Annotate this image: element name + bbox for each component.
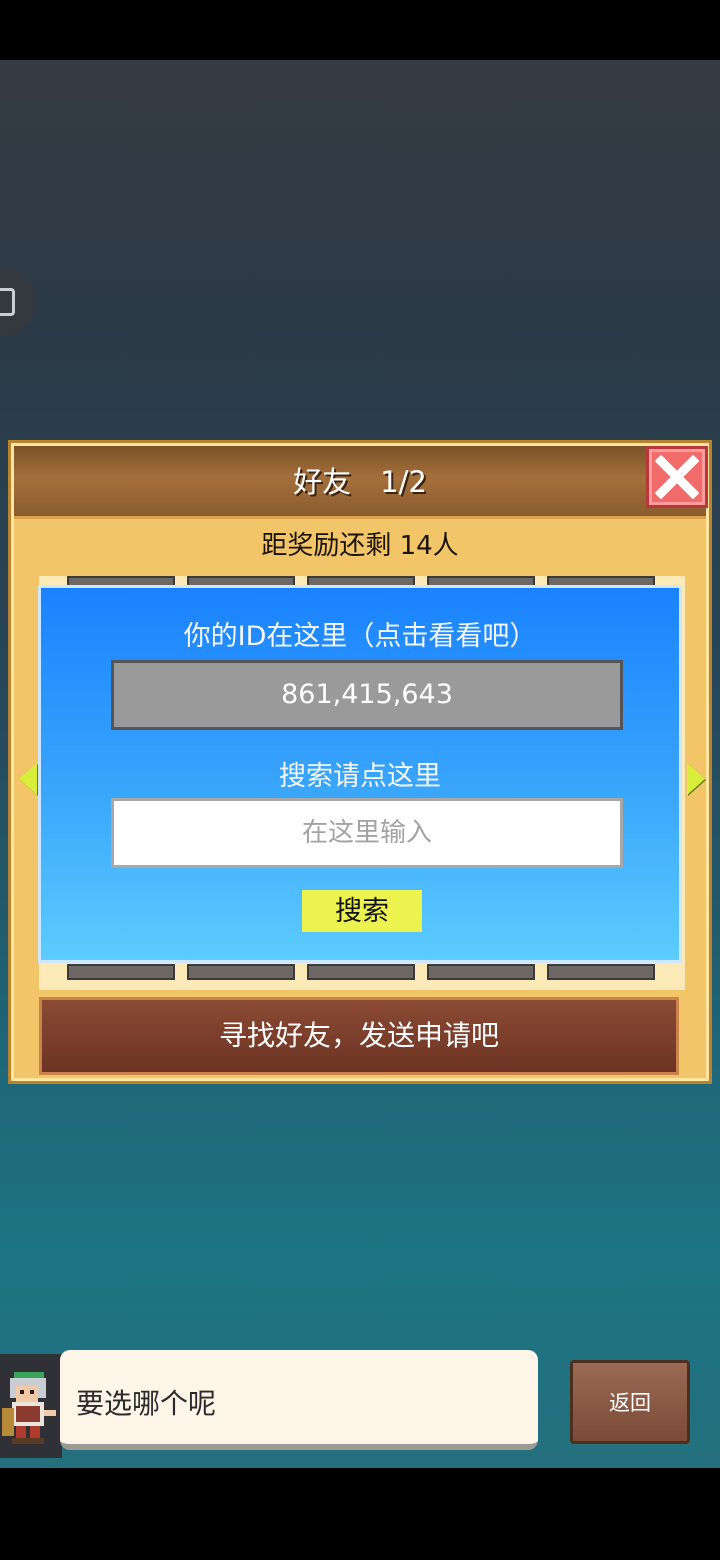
panel-title: 好友 1/2 xyxy=(293,465,427,499)
search-label: 搜索请点这里 xyxy=(279,761,441,792)
reward-remaining-text: 距奖励还剩 14人 xyxy=(261,531,459,561)
speech-text: 要选哪个呢 xyxy=(76,1387,217,1420)
friend-slot[interactable] xyxy=(67,964,175,980)
player-id-value[interactable]: 861,415,643 xyxy=(111,660,623,730)
friend-slot[interactable] xyxy=(547,964,655,980)
search-button[interactable]: 搜索 xyxy=(302,890,422,932)
floating-bubble-button[interactable] xyxy=(0,266,36,336)
id-search-dialog: 你的ID在这里（点击看看吧） 861,415,643 搜索请点这里 搜索 xyxy=(38,585,682,963)
search-input[interactable] xyxy=(111,798,623,868)
slot-row-bottom xyxy=(67,964,657,980)
screen: 好友 1/2 距奖励还剩 14人 寻找好友，发送申请吧 你的ID在这里（点击看看… xyxy=(0,0,720,1560)
character-avatar xyxy=(2,1372,56,1444)
friend-slot[interactable] xyxy=(427,964,535,980)
back-button[interactable]: 返回 xyxy=(570,1360,690,1444)
id-label: 你的ID在这里（点击看看吧） xyxy=(183,621,537,652)
arrow-right-icon[interactable] xyxy=(687,763,705,795)
floating-window-icon xyxy=(0,288,15,316)
friend-slot[interactable] xyxy=(187,964,295,980)
close-icon xyxy=(655,455,699,499)
avatar xyxy=(0,1354,62,1458)
speech-bubble: 要选哪个呢 xyxy=(60,1350,538,1450)
friend-slot[interactable] xyxy=(307,964,415,980)
panel-header: 好友 1/2 xyxy=(14,446,708,519)
find-friends-button[interactable]: 寻找好友，发送申请吧 xyxy=(39,997,679,1075)
arrow-left-icon[interactable] xyxy=(19,763,37,795)
close-button[interactable] xyxy=(646,446,708,508)
